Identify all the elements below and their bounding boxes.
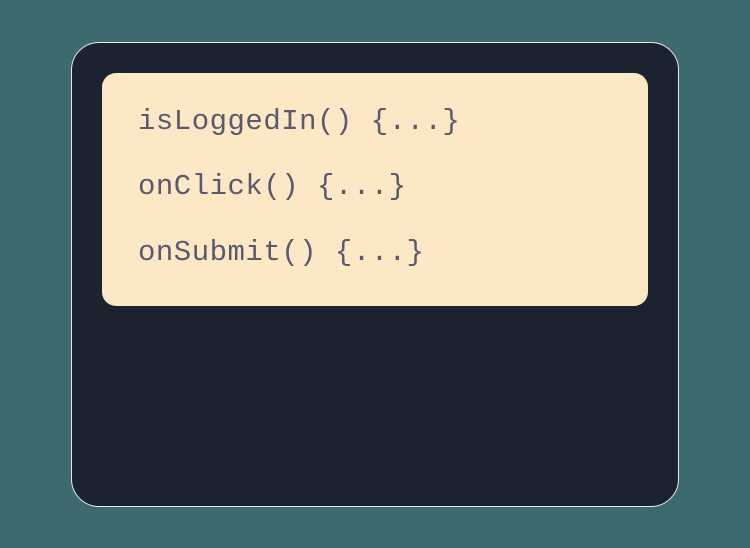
code-line: onSubmit() {...} [138,234,612,272]
code-line: isLoggedIn() {...} [138,103,612,141]
code-line: onClick() {...} [138,168,612,206]
code-block: isLoggedIn() {...} onClick() {...} onSub… [102,73,648,306]
editor-panel: isLoggedIn() {...} onClick() {...} onSub… [71,42,679,507]
